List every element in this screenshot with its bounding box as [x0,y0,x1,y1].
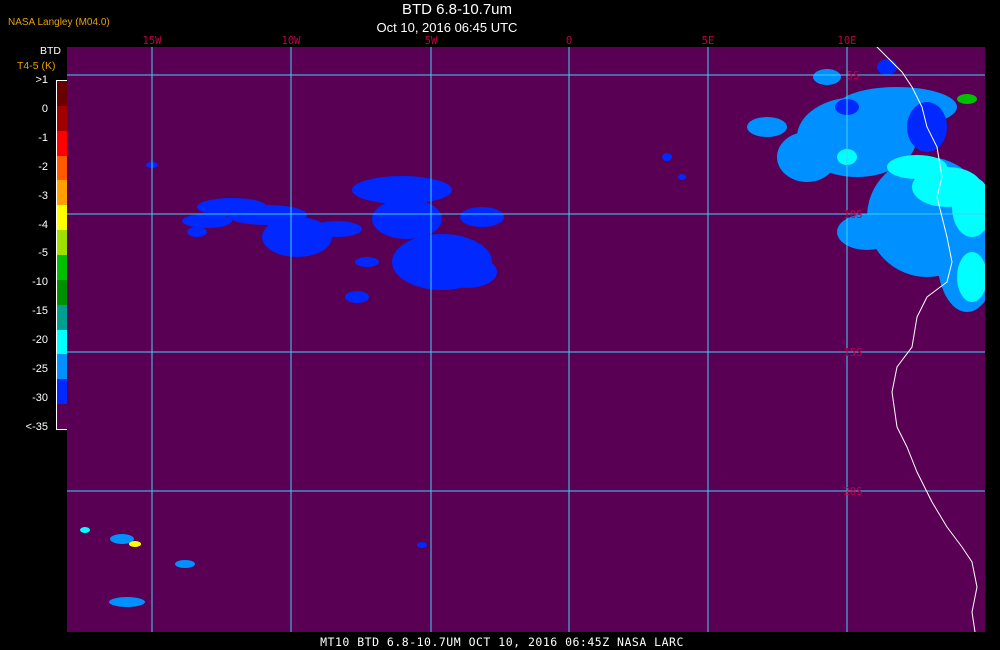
latitude-label: 20S [844,486,863,498]
longitude-label: 0 [565,35,573,47]
colorbar-tick-label: -20 [32,334,48,347]
image-caption: MT10 BTD 6.8-10.7UM OCT 10, 2016 06:45Z … [320,635,684,649]
colorbar-tick-label: 0 [41,102,48,115]
legend-units: T4-5 (K) [17,60,56,72]
map-panel[interactable]: 5S 10S 15S 20S [67,47,985,632]
satellite-image-viewer: BTD 6.8-10.7um Oct 10, 2016 06:45 UTC NA… [0,0,1000,650]
longitude-label: 15W [142,35,162,47]
cloud-imagery [80,59,985,607]
colorbar-tick-label: -1 [38,131,48,144]
longitude-label: 5E [701,35,715,47]
longitude-label: 5W [424,35,438,47]
longitude-label: 10E [837,35,857,47]
lat-lon-grid [67,47,985,632]
colorbar-tick-label: -2 [38,160,48,173]
colorbar-tick-label: >1 [35,74,48,86]
colorbar-tick-label: <-35 [25,420,48,433]
colorbar-tick-label: -30 [32,391,48,404]
colorbar-tick-label: -25 [32,363,48,375]
colorbar-tick-label: -3 [38,189,48,202]
colorbar-tick-label: -4 [38,218,48,231]
cloud-cluster-central [146,153,686,303]
map-canvas: 5S 10S 15S 20S [67,47,985,632]
latitude-label: 15S [844,347,863,359]
latitude-label: 10S [844,209,863,221]
image-timestamp: Oct 10, 2016 06:45 UTC [376,20,518,35]
longitude-label: 10W [281,35,301,47]
cloud-cluster-southwest [80,527,427,607]
colorbar-tick-label: -10 [32,276,48,289]
organization-label: NASA Langley (M04.0) [8,17,110,28]
image-title: BTD 6.8-10.7um [401,1,513,18]
legend-title: BTD [40,45,61,57]
latitude-label: 5S [847,70,860,82]
colorbar-tick-label: -15 [32,305,48,318]
colorbar-tick-label: -5 [38,247,48,260]
